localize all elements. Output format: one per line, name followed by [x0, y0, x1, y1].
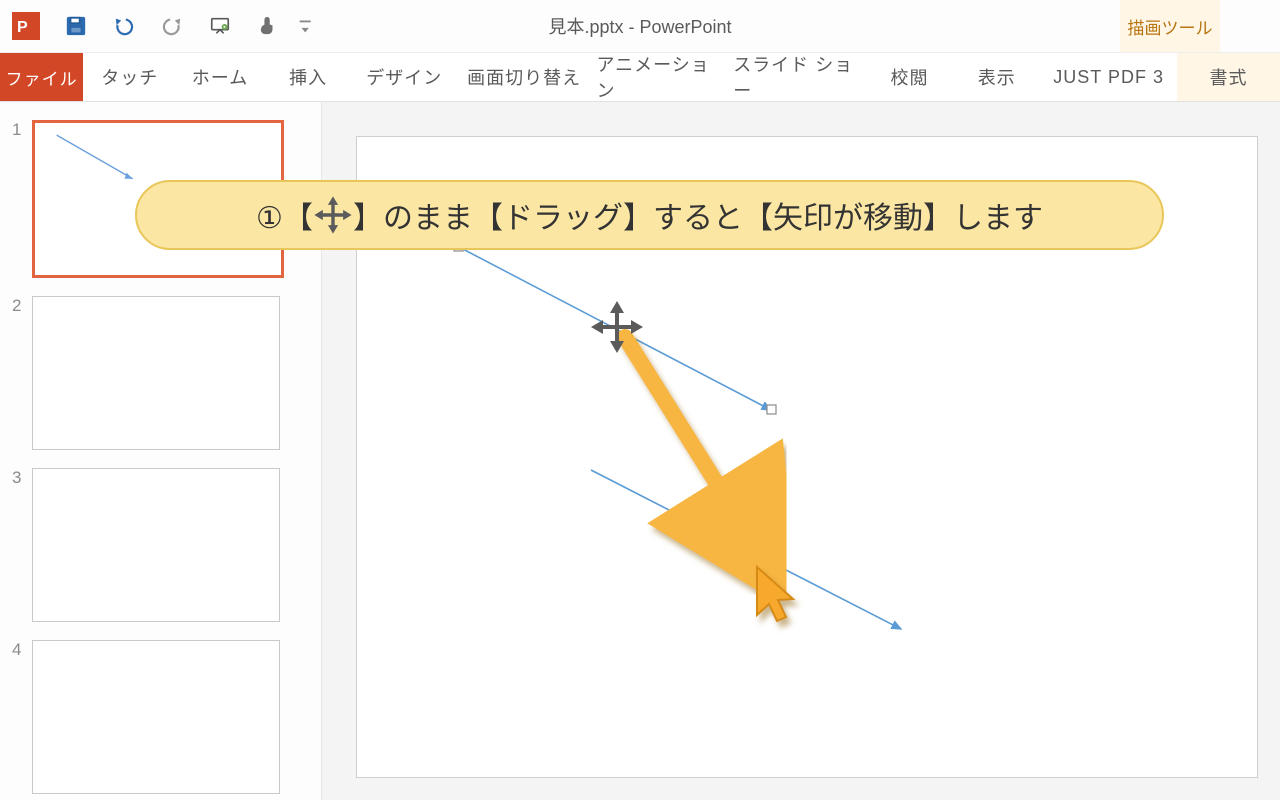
- more-icon[interactable]: [292, 3, 322, 49]
- powerpoint-icon: P: [12, 12, 40, 40]
- thumb-number: 4: [12, 640, 32, 660]
- save-icon[interactable]: [52, 3, 100, 49]
- touch-mode-icon[interactable]: [244, 3, 292, 49]
- thumb-number: 1: [12, 120, 32, 140]
- slide-thumbnail-4[interactable]: [32, 640, 280, 794]
- tab-slideshow[interactable]: スライド ショー: [729, 53, 866, 101]
- tab-view[interactable]: 表示: [953, 53, 1040, 101]
- instruction-callout: ①【 】のまま【ドラッグ】すると【矢印が移動】します: [135, 180, 1164, 250]
- thumb-number: 2: [12, 296, 32, 316]
- tab-design[interactable]: デザイン: [353, 53, 456, 101]
- slideshow-icon[interactable]: [196, 3, 244, 49]
- tab-home[interactable]: ホーム: [176, 53, 263, 101]
- tab-insert[interactable]: 挿入: [264, 53, 353, 101]
- mouse-pointer-icon: [757, 567, 793, 621]
- slide-thumbnail-3[interactable]: [32, 468, 280, 622]
- thumb-number: 3: [12, 468, 32, 488]
- tab-transitions[interactable]: 画面切り替え: [456, 53, 593, 101]
- ribbon-tabs: ファイル タッチ ホーム 挿入 デザイン 画面切り替え アニメーション スライド…: [0, 53, 1280, 102]
- undo-icon[interactable]: [100, 3, 148, 49]
- redo-icon[interactable]: [148, 3, 196, 49]
- contextual-tab-drawing-tools[interactable]: 描画ツール: [1120, 0, 1220, 52]
- tab-file[interactable]: ファイル: [0, 53, 83, 101]
- selection-handle[interactable]: [767, 405, 776, 414]
- quick-access-toolbar: P: [0, 3, 322, 49]
- tab-justpdf3[interactable]: JUST PDF 3: [1040, 53, 1177, 101]
- callout-text-post: 】のまま【ドラッグ】すると【矢印が移動】します: [353, 193, 1043, 237]
- arrow-shape-moved[interactable]: [591, 470, 901, 629]
- tab-touch[interactable]: タッチ: [83, 53, 176, 101]
- tab-animations[interactable]: アニメーション: [592, 53, 729, 101]
- tab-format[interactable]: 書式: [1177, 53, 1280, 101]
- title-bar: P 見本.pptx - PowerPoint 描画ツール: [0, 0, 1280, 53]
- callout-text-pre: ①【: [256, 193, 313, 237]
- svg-text:P: P: [17, 19, 28, 36]
- slide-thumbnail-2[interactable]: [32, 296, 280, 450]
- move-cursor-icon: [311, 193, 355, 237]
- tab-review[interactable]: 校閲: [866, 53, 953, 101]
